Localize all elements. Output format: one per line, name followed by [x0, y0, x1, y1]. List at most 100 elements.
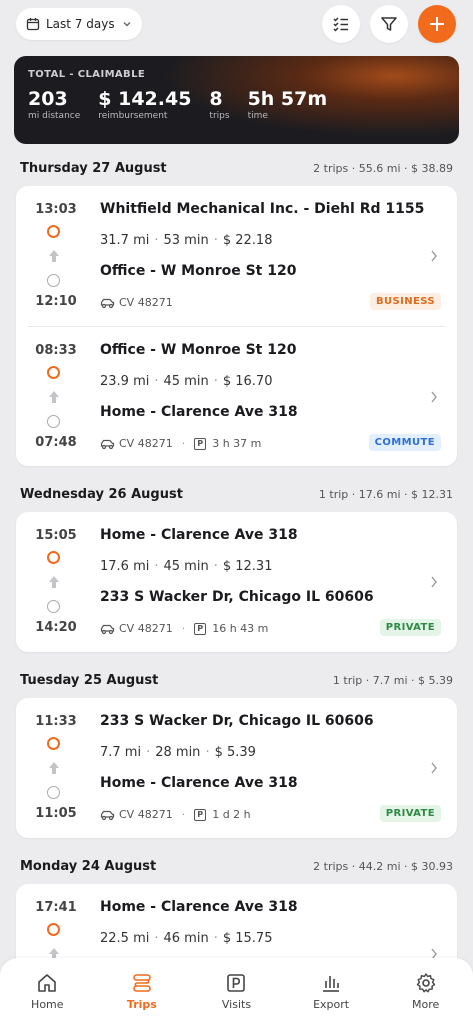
- trip-amount: $ 5.39: [214, 745, 256, 760]
- nav-label: Export: [313, 997, 350, 1011]
- trip-amount: $ 15.75: [222, 931, 273, 946]
- end-dot-icon: [47, 274, 60, 287]
- trip-row[interactable]: 11:33 11:05 233 S Wacker Dr, Chicago IL …: [28, 698, 445, 838]
- trip-category-badge: PRIVATE: [379, 805, 441, 822]
- trip-distance: 7.7 mi: [100, 745, 142, 760]
- parking-icon: P: [194, 437, 207, 450]
- separator: ·: [154, 931, 159, 946]
- stat-unit: trips: [209, 111, 230, 121]
- calendar-icon: [26, 18, 40, 31]
- trip-end-time: 12:10: [35, 294, 77, 309]
- trip-from: 233 S Wacker Dr, Chicago IL 60606: [100, 713, 374, 729]
- trip-distance: 31.7 mi: [100, 233, 150, 248]
- separator: ·: [181, 622, 186, 635]
- trip-category-badge: BUSINESS: [369, 293, 441, 310]
- day-header: Thursday 27 August 2 trips · 55.6 mi · $…: [0, 150, 473, 186]
- stat-value: $ 142.45: [98, 88, 192, 110]
- nav-home[interactable]: Home: [0, 958, 95, 1024]
- stat-time: 5h 57m time: [248, 88, 328, 121]
- trip-details: 31.7 mi · 53 min · $ 22.18: [100, 233, 272, 248]
- parking-duration: 1 d 2 h: [212, 808, 251, 821]
- stat-unit: reimbursement: [98, 111, 168, 121]
- trip-end-time: 14:20: [35, 620, 77, 635]
- separator: ·: [154, 374, 159, 389]
- trip-start-time: 13:03: [35, 202, 77, 217]
- stat-unit: time: [247, 111, 268, 121]
- nav-label: More: [412, 997, 440, 1011]
- trip-distance: 17.6 mi: [100, 559, 150, 574]
- trip-end-time: 07:48: [35, 435, 77, 450]
- route-icon: [133, 973, 151, 992]
- stat-value: 8: [209, 88, 223, 110]
- trip-details: 22.5 mi · 46 min · $ 15.75: [100, 931, 272, 946]
- trip-row[interactable]: 13:03 12:10 Whitfield Mechanical Inc. - …: [28, 186, 445, 326]
- start-dot-icon: [47, 225, 60, 238]
- bottom-nav: Home Trips Visits Export More: [0, 958, 473, 1024]
- trip-to: Home - Clarence Ave 318: [100, 775, 298, 791]
- stat-value: 5h 57m: [247, 88, 328, 110]
- vehicle-plate: CV 48271: [119, 437, 173, 450]
- chevron-right-icon: [431, 576, 437, 588]
- separator: ·: [213, 233, 218, 248]
- day-title: Tuesday 25 August: [20, 672, 159, 688]
- day-title: Wednesday 26 August: [20, 486, 183, 502]
- trip-amount: $ 22.18: [222, 233, 273, 248]
- separator: ·: [181, 808, 186, 821]
- vehicle-plate: CV 48271: [119, 808, 173, 821]
- end-dot-icon: [47, 415, 60, 428]
- trip-end-time: 11:05: [35, 806, 77, 821]
- nav-export[interactable]: Export: [284, 958, 379, 1024]
- day-header: Monday 24 August 2 trips · 44.2 mi · $ 3…: [0, 848, 473, 884]
- separator: ·: [213, 374, 218, 389]
- summary-stats: 203 mi distance $ 142.45 reimbursement 8…: [28, 88, 445, 121]
- stat-unit: mi distance: [28, 111, 81, 121]
- stat-trips: 8 trips: [209, 88, 229, 121]
- separator: ·: [205, 745, 210, 760]
- trip-list: Thursday 27 August 2 trips · 55.6 mi · $…: [0, 150, 473, 1024]
- day-card: 15:05 14:20 Home - Clarence Ave 318 17.6…: [16, 512, 457, 652]
- date-range-button[interactable]: Last 7 days: [16, 8, 142, 40]
- trip-details: 17.6 mi · 45 min · $ 12.31: [100, 559, 272, 574]
- parking-duration: 16 h 43 m: [212, 622, 269, 635]
- summary-label: TOTAL - CLAIMABLE: [28, 69, 146, 80]
- date-range-label: Last 7 days: [46, 17, 115, 31]
- trip-details: 7.7 mi · 28 min · $ 5.39: [100, 745, 256, 760]
- day-header: Tuesday 25 August 1 trip · 7.7 mi · $ 5.…: [0, 662, 473, 698]
- start-dot-icon: [47, 737, 60, 750]
- trip-start-time: 15:05: [35, 528, 77, 543]
- checklist-icon: [333, 17, 348, 32]
- chevron-right-icon: [431, 391, 437, 403]
- arrow-up-icon: [49, 391, 59, 403]
- nav-label: Home: [31, 997, 64, 1011]
- home-icon: [38, 973, 57, 992]
- separator: ·: [213, 931, 218, 946]
- select-trips-button[interactable]: [322, 5, 360, 43]
- start-dot-icon: [47, 551, 60, 564]
- trip-row[interactable]: 15:05 14:20 Home - Clarence Ave 318 17.6…: [28, 512, 445, 652]
- parking-icon: [227, 973, 246, 992]
- separator: ·: [146, 745, 151, 760]
- summary-card: TOTAL - CLAIMABLE 203 mi distance $ 142.…: [14, 56, 459, 144]
- trip-footer: CV 48271 · P 1 d 2 h: [100, 808, 251, 821]
- nav-more[interactable]: More: [378, 958, 473, 1024]
- filter-button[interactable]: [370, 5, 408, 43]
- vehicle-plate: CV 48271: [119, 296, 173, 309]
- separator: ·: [154, 559, 159, 574]
- trip-from: Home - Clarence Ave 318: [100, 899, 298, 915]
- nav-label: Trips: [126, 997, 157, 1011]
- trip-duration: 45 min: [163, 374, 209, 389]
- day-card: 13:03 12:10 Whitfield Mechanical Inc. - …: [16, 186, 457, 466]
- trip-category-badge: COMMUTE: [368, 434, 441, 451]
- trip-amount: $ 16.70: [222, 374, 273, 389]
- nav-label: Visits: [221, 997, 252, 1011]
- add-trip-button[interactable]: [418, 5, 456, 43]
- trip-from: Office - W Monroe St 120: [100, 342, 297, 358]
- nav-visits[interactable]: Visits: [189, 958, 284, 1024]
- nav-trips[interactable]: Trips: [95, 958, 190, 1024]
- day-summary: 1 trip · 17.6 mi · $ 12.31: [318, 487, 453, 501]
- trip-distance: 22.5 mi: [100, 931, 150, 946]
- trip-category-badge: PRIVATE: [379, 619, 441, 636]
- top-bar: Last 7 days: [0, 0, 473, 48]
- car-icon: [100, 810, 115, 820]
- trip-row[interactable]: 08:33 07:48 Office - W Monroe St 120 23.…: [28, 326, 445, 466]
